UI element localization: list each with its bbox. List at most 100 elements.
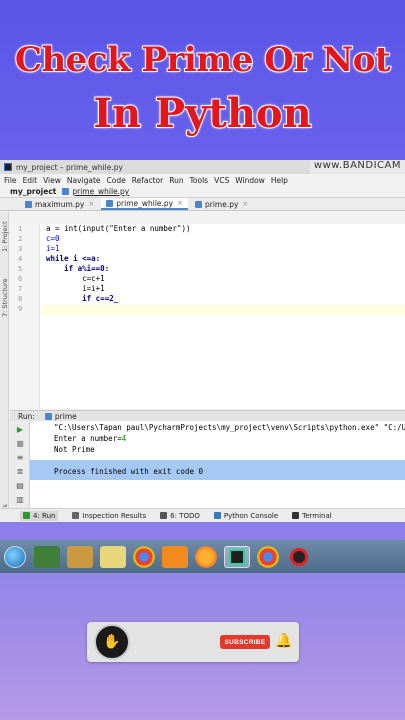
delete-icon[interactable]: ▥ — [16, 496, 24, 504]
menu-edit[interactable]: Edit — [23, 176, 38, 185]
code-editor[interactable]: 1 2 3 4 5 6 7 8 9 a = int(input("Enter a… — [10, 224, 405, 409]
structure-tool-label[interactable]: 7: Structure — [1, 278, 9, 317]
line-number: 9 — [18, 305, 23, 313]
folder-icon[interactable] — [67, 545, 93, 568]
menu-tools[interactable]: Tools — [190, 176, 208, 185]
window-titlebar: my_project – prime_while.py www.BANDICAM — [0, 160, 405, 174]
menu-navigate[interactable]: Navigate — [67, 176, 101, 185]
terminal-tool-button[interactable]: Terminal — [292, 512, 332, 520]
inspection-icon — [72, 512, 80, 519]
menu-code[interactable]: Code — [107, 176, 126, 185]
line-number: 8 — [18, 295, 23, 303]
pin-icon[interactable]: ≡ — [16, 454, 24, 462]
pycharm-icon — [4, 163, 12, 171]
code-line: c=0 — [46, 234, 60, 243]
breadcrumb-project[interactable]: my_project — [10, 187, 56, 196]
run-icon — [23, 512, 30, 519]
print-icon[interactable]: ▤ — [16, 482, 24, 490]
tab-prime[interactable]: prime.py × — [190, 198, 253, 210]
notepad-icon[interactable] — [34, 545, 60, 568]
line-number: 4 — [18, 255, 23, 263]
menu-refactor[interactable]: Refactor — [132, 176, 163, 185]
code-line: while i <=a: — [46, 254, 101, 263]
line-number: 5 — [18, 265, 23, 273]
stop-icon[interactable]: ■ — [16, 440, 24, 448]
subscribe-button[interactable]: SUBSCRIBE — [220, 635, 270, 649]
line-gutter: 1 2 3 4 5 6 7 8 9 — [10, 224, 40, 409]
breadcrumb-file[interactable]: prime_while.py — [72, 187, 129, 196]
windows-taskbar — [0, 540, 405, 573]
terminal-icon — [292, 512, 300, 519]
tool-button-label: Inspection Results — [82, 511, 147, 520]
run-toolbar: ▶ ■ ≡ ≣ ▤ ▥ — [10, 421, 30, 509]
close-icon[interactable]: × — [177, 199, 183, 207]
console-input-value: 4 — [121, 434, 127, 443]
editor-tabs: maximum.py × prime_while.py × prime.py × — [0, 198, 405, 211]
python-file-icon — [194, 200, 202, 208]
console-path-line: "C:\Users\Tapan paul\PycharmProjects\my_… — [54, 423, 405, 432]
window-title: my_project – prime_while.py — [16, 162, 123, 172]
menu-view[interactable]: View — [43, 176, 61, 185]
tab-label: maximum.py — [35, 199, 85, 209]
python-file-icon — [106, 199, 114, 207]
tab-maximum[interactable]: maximum.py × — [20, 198, 99, 210]
overlay-title-line1: Check Prime Or Not — [14, 39, 392, 81]
menu-run[interactable]: Run — [169, 176, 183, 185]
chrome-icon[interactable] — [133, 545, 155, 568]
code-line: i=i+1 — [46, 284, 105, 293]
close-icon[interactable]: × — [88, 200, 94, 208]
menu-bar: File Edit View Navigate Code Refactor Ru… — [0, 174, 405, 186]
python-icon — [213, 512, 221, 519]
run-tab-prime[interactable]: prime — [44, 411, 77, 421]
run-tool-button[interactable]: 4: Run — [20, 510, 59, 521]
close-icon[interactable]: × — [242, 200, 248, 208]
bell-icon[interactable]: 🔔 — [275, 633, 292, 649]
line-number: 7 — [18, 285, 23, 293]
menu-window[interactable]: Window — [235, 176, 265, 185]
sublime-text-icon[interactable] — [162, 545, 188, 568]
python-console-tool-button[interactable]: Python Console — [213, 512, 278, 520]
python-file-icon — [44, 412, 52, 420]
bandicam-icon[interactable] — [286, 546, 312, 568]
channel-logo[interactable]: ✋ — [94, 624, 130, 660]
overlay-title-line2: In Python — [92, 89, 312, 138]
chrome-2-icon[interactable] — [257, 545, 279, 568]
scroll-icon[interactable]: ≣ — [16, 468, 24, 476]
tool-button-label: Terminal — [302, 511, 332, 520]
code-line: a = int(input("Enter a number")) — [46, 224, 191, 233]
rerun-icon[interactable]: ▶ — [16, 426, 24, 434]
breadcrumb: my_project prime_while.py — [0, 186, 405, 198]
windows-start-icon[interactable] — [4, 545, 26, 568]
code-line: c=c+1 — [46, 274, 105, 283]
ide-window: my_project – prime_while.py www.BANDICAM… — [0, 160, 405, 522]
tab-prime-while[interactable]: prime_while.py × — [101, 198, 188, 210]
tab-label: prime_while.py — [116, 198, 174, 208]
pycharm-taskbar-icon[interactable] — [224, 545, 250, 568]
file-explorer-icon[interactable] — [100, 545, 126, 568]
todo-icon — [160, 512, 168, 519]
code-line: if c==2_ — [46, 294, 119, 303]
menu-help[interactable]: Help — [271, 176, 288, 185]
inspection-tool-button[interactable]: Inspection Results — [72, 512, 146, 520]
console-prompt: Enter a number= — [54, 434, 122, 443]
run-tab-label: prime — [54, 411, 77, 421]
subscribe-card: ✋ SUBSCRIBE 🔔 — [87, 622, 299, 662]
console-exit-line: Process finished with exit code 0 — [54, 467, 204, 476]
run-panel-header: Run: prime — [10, 410, 405, 421]
project-tool-label[interactable]: 1: Project — [1, 221, 9, 252]
todo-tool-button[interactable]: 6: TODO — [160, 512, 200, 520]
menu-file[interactable]: File — [4, 176, 17, 185]
python-file-icon — [25, 200, 32, 208]
run-label: Run: — [18, 411, 35, 421]
line-number: 1 — [18, 225, 23, 233]
line-number: 6 — [18, 275, 23, 283]
line-number: 2 — [18, 235, 23, 243]
line-number: 3 — [18, 245, 23, 253]
menu-vcs[interactable]: VCS — [214, 176, 229, 185]
code-line: if a%i==0: — [46, 264, 110, 273]
console-input-line: Enter a number=4 — [54, 434, 126, 443]
code-line: i=1 — [46, 244, 60, 253]
run-console[interactable]: "C:\Users\Tapan paul\PycharmProjects\my_… — [30, 421, 405, 509]
python-file-icon — [62, 188, 70, 195]
firefox-icon[interactable] — [195, 545, 217, 568]
